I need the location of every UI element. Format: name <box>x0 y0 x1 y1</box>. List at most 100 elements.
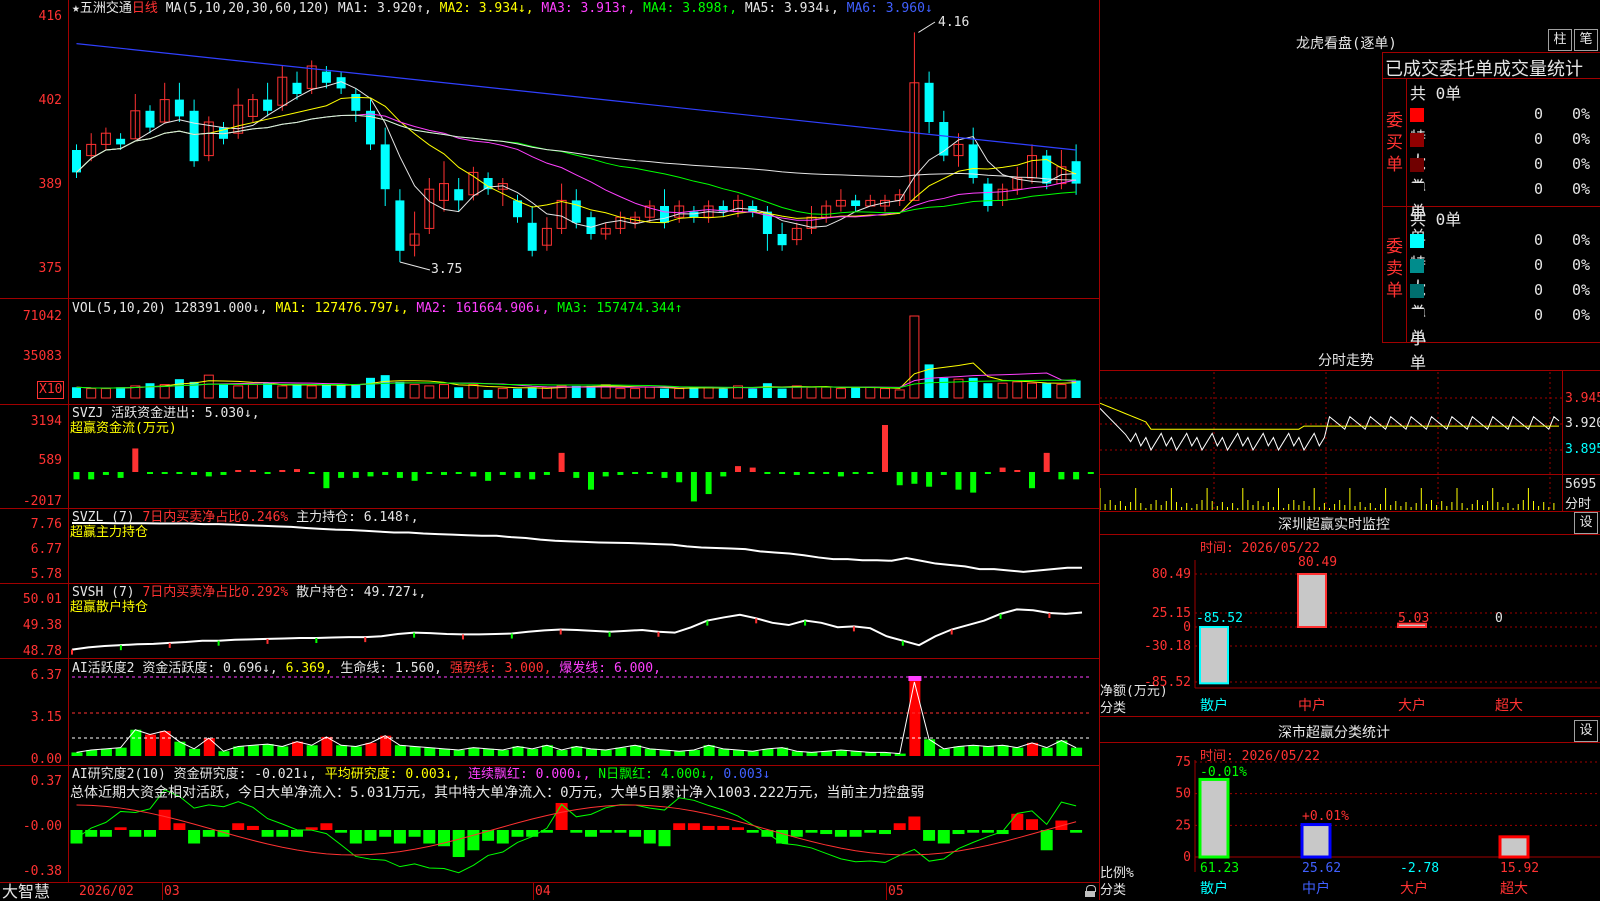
candle-body-down <box>366 110 375 145</box>
ai1-ytick: 0.00 <box>30 752 62 767</box>
volume-bar-down <box>336 384 346 398</box>
xaxis-label: 05 <box>888 884 904 899</box>
svzj-bar <box>1058 472 1065 480</box>
ai1-bar <box>527 748 539 756</box>
ai1-bar <box>306 745 318 756</box>
ai1-label2: 6.369, <box>285 661 333 676</box>
ai2-bar <box>967 830 980 833</box>
svsh-line-tick <box>364 637 367 643</box>
svsh-line-tick <box>755 618 758 624</box>
svzj-bar <box>1043 452 1050 472</box>
svzj-bar <box>764 472 771 474</box>
ai1-bar <box>189 748 201 756</box>
ai2-bar <box>658 830 671 847</box>
ai1-bar <box>762 748 774 756</box>
volume-bar-up <box>424 385 435 399</box>
volume-bar-up <box>203 374 214 399</box>
svzj-bar <box>984 472 991 474</box>
ai2-label3: 连续飘红: 0.000↓, <box>468 767 591 782</box>
svsh-ytick: 48.78 <box>22 644 62 659</box>
classify-ytick: 50 <box>1175 787 1191 802</box>
ai2-bar <box>864 830 877 833</box>
ai2-bar <box>952 830 965 835</box>
svsh-line-tick <box>608 631 611 637</box>
svsh-label1: 7日内买卖净占比0.292% <box>142 585 289 600</box>
ai1-bar <box>468 747 480 756</box>
vol-ytick: 71042 <box>22 309 62 324</box>
svsh-line-tick <box>1048 612 1051 618</box>
svzj-bar <box>588 472 594 490</box>
ai1-bar <box>1027 742 1038 756</box>
period-label[interactable]: 日线 <box>132 1 158 16</box>
ai1-bar <box>218 751 230 756</box>
svzj-bar <box>1014 470 1021 472</box>
ai2-bar <box>291 830 303 837</box>
ai2-bar <box>511 830 524 837</box>
volume-bar-up <box>615 388 626 399</box>
low-price-label: 3.75 <box>431 262 463 277</box>
volume-bar-down <box>689 387 699 398</box>
ai1-bar <box>953 746 965 756</box>
svzj-bar <box>837 472 844 477</box>
svzj-bar <box>632 472 639 474</box>
vol-ma2: MA2: 161664.906↓, <box>416 301 550 316</box>
svzl-ytick: 7.76 <box>30 517 62 532</box>
svzj-label: 活跃资金进出: 5.030↓, <box>111 406 260 421</box>
classify-ytick: 25 <box>1175 818 1191 833</box>
volume-bar-up <box>806 386 817 399</box>
candle-body-down <box>777 234 787 246</box>
ai2-bar <box>717 825 730 830</box>
volume-bar-up <box>247 384 258 399</box>
ai2-bar <box>732 827 744 830</box>
volume-bar-down <box>513 388 522 398</box>
candle-body-down <box>924 82 934 122</box>
ai2-bar <box>702 825 715 830</box>
monitor-bar <box>1297 573 1327 628</box>
monitor-value-label: -85.52 <box>1196 611 1243 626</box>
svzj-sub: 超赢资金流(万元) <box>70 421 177 436</box>
right-charts-svg: 80.4925.150-30.18-85.52-85.52散户80.49中户5.… <box>1100 372 1600 897</box>
volume-bar-up <box>644 386 655 399</box>
monitor-category: 大户 <box>1398 697 1426 714</box>
ai2-bar <box>893 823 906 830</box>
volume-bar-up <box>497 388 508 399</box>
ai2-bar <box>1070 830 1083 833</box>
svzj-bar <box>735 466 741 472</box>
svzj-title: SVZJ <box>72 406 104 421</box>
ai1-bar <box>835 750 847 756</box>
ai1-bar <box>615 747 627 756</box>
svzj-bar <box>558 452 565 472</box>
brand-logo[interactable]: 大智慧 <box>2 883 50 900</box>
svzj-bar <box>676 472 683 483</box>
volume-bar-up <box>909 315 920 399</box>
ai1-bar <box>982 746 994 756</box>
ai2-bar <box>923 830 936 841</box>
svzj-bar <box>646 472 653 474</box>
ai1-label3: 生命线: 1.560, <box>340 661 443 676</box>
svsh-line-tick <box>413 632 416 638</box>
volume-bar-up <box>233 385 244 399</box>
classify-category: 中户 <box>1302 880 1330 897</box>
volume-bar-up <box>630 388 641 399</box>
ai1-bar <box>1041 747 1053 756</box>
volume-bar-up <box>439 384 449 399</box>
svzj-bar <box>470 472 477 477</box>
svzj-bar <box>161 472 168 474</box>
svzj-bar <box>294 469 300 472</box>
volume-bar-down <box>777 388 787 398</box>
ai1-bar <box>586 748 597 756</box>
volume-bar-down <box>189 381 199 398</box>
candle-body-down <box>851 200 861 206</box>
classify-bar <box>1498 835 1530 859</box>
ai2-bar <box>261 830 274 837</box>
candle-body-down <box>116 138 126 145</box>
monitor-ytick: 25.15 <box>1152 606 1191 621</box>
ai2-bar <box>188 830 201 844</box>
ai2-bar <box>1026 819 1038 830</box>
ai1-bar <box>909 680 921 756</box>
ai2-bar <box>467 830 480 851</box>
svzl-label1: 7日内买卖净占比0.246% <box>142 510 289 525</box>
ai1-bar <box>938 748 950 756</box>
left-chart-area[interactable]: ★五洲交通日线 MA(5,10,20,30,60,120) MA1: 3.920… <box>0 0 1100 900</box>
ai2-label4: N日飘红: 4.000↓, <box>598 767 716 782</box>
